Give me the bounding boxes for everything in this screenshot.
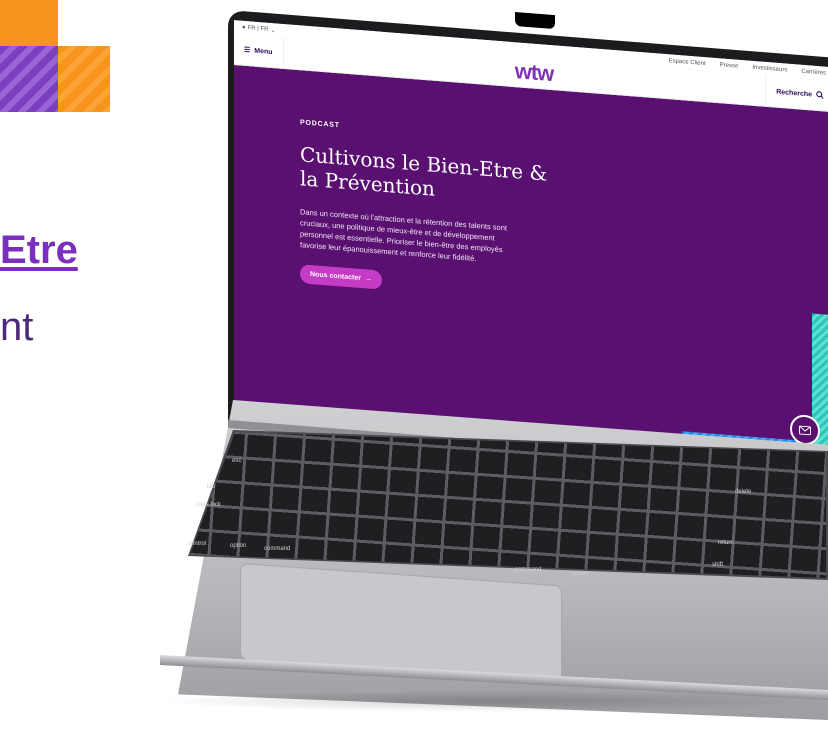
hero-description: Dans un contexte où l'attraction et la r… [300, 206, 570, 271]
arrow-right-icon: → [364, 275, 372, 283]
key-shift: shift [712, 562, 724, 568]
laptop-mockup: ● FR | FR ⌄ Espace Client Presse Investi… [0, 0, 828, 735]
menu-label: Menu [254, 47, 273, 56]
globe-icon: ● [242, 24, 246, 31]
contact-button[interactable]: Nous contacter → [300, 264, 382, 290]
search-label: Recherche [776, 88, 812, 98]
key-command-right: command [515, 567, 542, 573]
key-return: return [718, 540, 734, 546]
key-delete: delete [735, 489, 752, 495]
wtw-logo[interactable]: wtw [515, 58, 554, 87]
search-icon [816, 91, 824, 99]
key-caps-lock: caps lock [196, 502, 222, 508]
hamburger-icon: ☰ [244, 46, 251, 55]
key-tab: tab [207, 484, 216, 490]
locale-selector[interactable]: ● FR | FR ⌄ [234, 24, 276, 34]
hero-section: PODCAST Cultivons le Bien-Etre & la Prév… [300, 119, 570, 304]
hero-title: Cultivons le Bien-Etre & la Prévention [300, 142, 570, 211]
util-link-presse[interactable]: Presse [720, 62, 739, 69]
envelope-icon [799, 425, 811, 435]
util-link-carrieres[interactable]: Carrières [801, 69, 826, 77]
key-command-left: command [264, 546, 291, 552]
util-link-investisseurs[interactable]: Investisseurs [752, 65, 787, 74]
menu-button[interactable]: ☰ Menu [234, 34, 284, 68]
search-button[interactable]: Recherche [765, 75, 828, 112]
laptop-shadow [150, 690, 828, 712]
hero-eyebrow: PODCAST [300, 119, 340, 130]
util-link-espace-client[interactable]: Espace Client [669, 58, 706, 67]
camera-notch [515, 12, 555, 30]
keyboard-keys [190, 432, 826, 578]
key-option-right: option [572, 571, 589, 577]
locale-label: FR | FR [247, 25, 269, 33]
key-option-left: option [230, 543, 247, 549]
key-esc: esc [232, 458, 242, 464]
chevron-down-icon: ⌄ [270, 27, 276, 34]
contact-button-label: Nous contacter [310, 270, 361, 282]
key-control: control [188, 541, 207, 547]
